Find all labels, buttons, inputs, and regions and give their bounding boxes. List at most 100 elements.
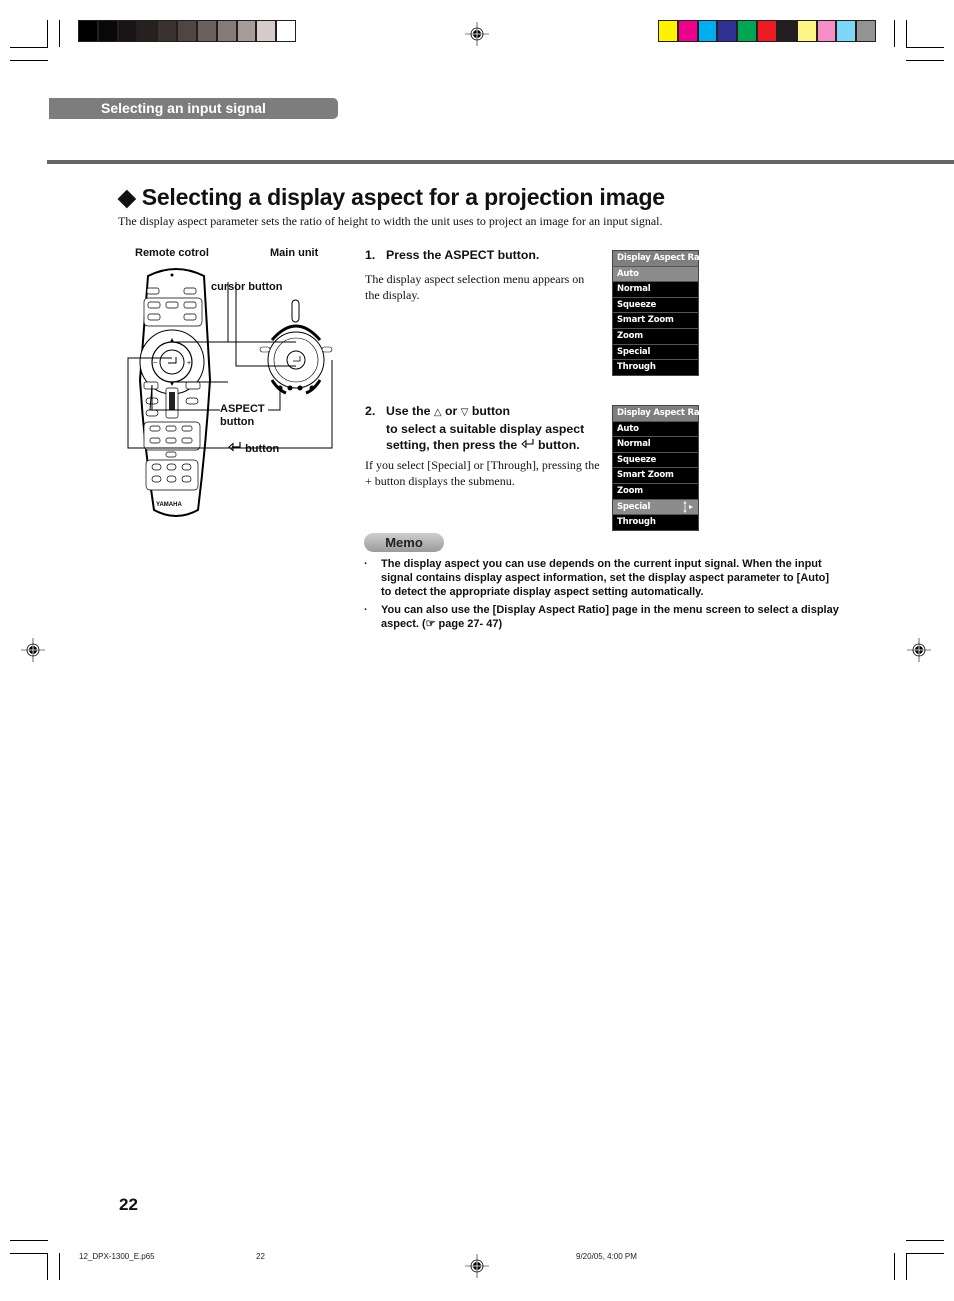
osd-menu-item[interactable]: Normal <box>613 437 698 453</box>
step-heading-line-2: to select a suitable display aspect <box>386 422 585 436</box>
color-swatch <box>817 21 836 41</box>
gray-swatch <box>138 21 157 41</box>
bullet-icon: · <box>364 604 368 616</box>
gray-swatch <box>79 21 97 41</box>
memo-badge: Memo <box>364 533 444 552</box>
step-heading-line-3: setting, then press the button. <box>365 437 605 453</box>
intro-paragraph: The display aspect parameter sets the ra… <box>118 214 663 228</box>
step-number: 2. <box>365 404 376 418</box>
gray-scale-bar <box>78 20 296 42</box>
osd-menu-item[interactable]: Through <box>613 515 698 530</box>
osd-menu-item[interactable]: Through <box>613 360 698 375</box>
osd-menu-item-label: Smart Zoom <box>617 315 674 326</box>
section-divider <box>47 160 954 164</box>
color-calibration-bar <box>658 20 876 42</box>
memo-item-text: You can also use the [Display Aspect Rat… <box>381 604 839 630</box>
osd-menu-display-aspect-1: Display Aspect Ratio Auto Normal Squeeze Sma… <box>612 250 712 376</box>
osd-menu-item-label: Zoom <box>617 485 643 496</box>
step-heading-text-end: button <box>471 404 511 418</box>
osd-menu-item-label: Squeeze <box>617 299 657 310</box>
osd-menu-item-label: Through <box>617 362 656 373</box>
section-tab: Selecting an input signal <box>49 98 338 119</box>
color-swatch <box>659 21 677 41</box>
step-heading-or: or <box>444 404 458 418</box>
osd-menu-item[interactable]: Smart Zoom <box>613 313 698 329</box>
osd-menu-title: Display Aspect Ratio <box>613 251 712 267</box>
osd-menu-item-label: Smart Zoom <box>617 470 674 481</box>
gray-swatch <box>217 21 236 41</box>
step-heading-line-3-text: setting, then press the <box>386 438 518 452</box>
memo-item: · You can also use the [Display Aspect Ra… <box>364 603 839 631</box>
remote-control-illustration: − + YAMAHA <box>127 268 333 517</box>
gray-swatch <box>158 21 177 41</box>
bullet-icon: · <box>364 558 368 570</box>
memo-item-text: The display aspect you can use depends o… <box>381 558 830 598</box>
osd-menu-item[interactable]: Auto <box>613 421 698 438</box>
slug-timestamp: 9/20/05, 4:00 PM <box>576 1252 637 1261</box>
slug-file-name: 12_DPX-1300_E.p65 <box>79 1252 155 1261</box>
step-heading-text: Use the <box>386 404 431 418</box>
color-swatch <box>758 21 776 41</box>
diamond-icon: ◆ <box>118 184 136 210</box>
page-number: 22 <box>119 1195 138 1214</box>
osd-menu-item[interactable]: Special <box>613 344 698 361</box>
registration-mark-icon <box>465 22 489 46</box>
gray-swatch <box>197 21 216 41</box>
page-title: ◆ Selecting a display aspect for a proje… <box>118 184 665 211</box>
color-swatch <box>837 21 856 41</box>
memo-list: · The display aspect you can use depends … <box>364 557 839 635</box>
osd-menu-item[interactable]: Auto <box>613 266 698 283</box>
svg-text:+: + <box>187 360 191 367</box>
gray-swatch <box>277 21 295 41</box>
step-number: 1. <box>365 248 376 262</box>
gray-swatch <box>237 21 256 41</box>
gray-swatch <box>257 21 276 41</box>
color-swatch <box>718 21 737 41</box>
osd-menu-item[interactable]: Zoom <box>613 483 698 500</box>
color-swatch <box>678 21 697 41</box>
registration-mark-icon <box>465 1254 489 1278</box>
osd-menu-item[interactable]: Smart Zoom <box>613 468 698 484</box>
osd-menu-item-label: Squeeze <box>617 454 657 465</box>
osd-menu-item[interactable]: Special <box>613 499 698 516</box>
slug-page: 22 <box>256 1252 265 1261</box>
down-triangle-icon: ▽ <box>460 407 469 418</box>
osd-menu-display-aspect-2: Display Aspect Ratio Auto Normal Squeeze Sma… <box>612 405 712 531</box>
step-1-body: The display aspect selection menu appear… <box>365 272 585 302</box>
step-2-heading: 2. Use the △ or ▽ button to select a suit… <box>365 403 605 453</box>
osd-menu-item[interactable]: Normal <box>613 282 698 298</box>
color-swatch <box>857 21 875 41</box>
step-1-heading: 1. Press the ASPECT button. <box>365 247 539 263</box>
remote-control-label: Remote cotrol <box>135 247 209 259</box>
osd-menu-item[interactable]: Zoom <box>613 328 698 345</box>
osd-menu-title: Display Aspect Ratio <box>613 406 712 422</box>
osd-menu-item[interactable]: Squeeze <box>613 452 698 469</box>
main-unit-label: Main unit <box>270 247 319 259</box>
step-2-body: If you select [Special] or [Through], pr… <box>365 458 600 488</box>
osd-menu-item-label: Normal <box>617 284 651 295</box>
page-title-text: Selecting a display aspect for a project… <box>141 184 665 210</box>
registration-mark-icon <box>21 638 45 662</box>
osd-menu-item-label: Through <box>617 517 656 528</box>
color-swatch <box>777 21 796 41</box>
osd-menu-item-label: Special <box>617 346 651 357</box>
osd-menu-item-label: Zoom <box>617 330 643 341</box>
osd-menu-item-label: Special <box>617 501 651 512</box>
osd-menu-item-label: Auto <box>617 423 639 434</box>
gray-swatch <box>98 21 117 41</box>
gray-swatch <box>178 21 196 41</box>
osd-menu-item-label: Normal <box>617 439 651 450</box>
osd-menu-item-label: Auto <box>617 268 639 279</box>
color-swatch <box>738 21 757 41</box>
color-swatch <box>698 21 717 41</box>
gray-swatch <box>118 21 137 41</box>
up-triangle-icon: △ <box>433 407 442 418</box>
enter-icon <box>520 437 535 453</box>
step-heading-line-3-end: button. <box>538 438 580 452</box>
color-swatch <box>797 21 816 41</box>
registration-mark-icon <box>907 638 931 662</box>
remote-brand: YAMAHA <box>156 502 182 508</box>
osd-menu-item[interactable]: Squeeze <box>613 297 698 314</box>
svg-text:−: − <box>153 360 157 367</box>
step-heading-text: Press the ASPECT button. <box>386 248 540 262</box>
